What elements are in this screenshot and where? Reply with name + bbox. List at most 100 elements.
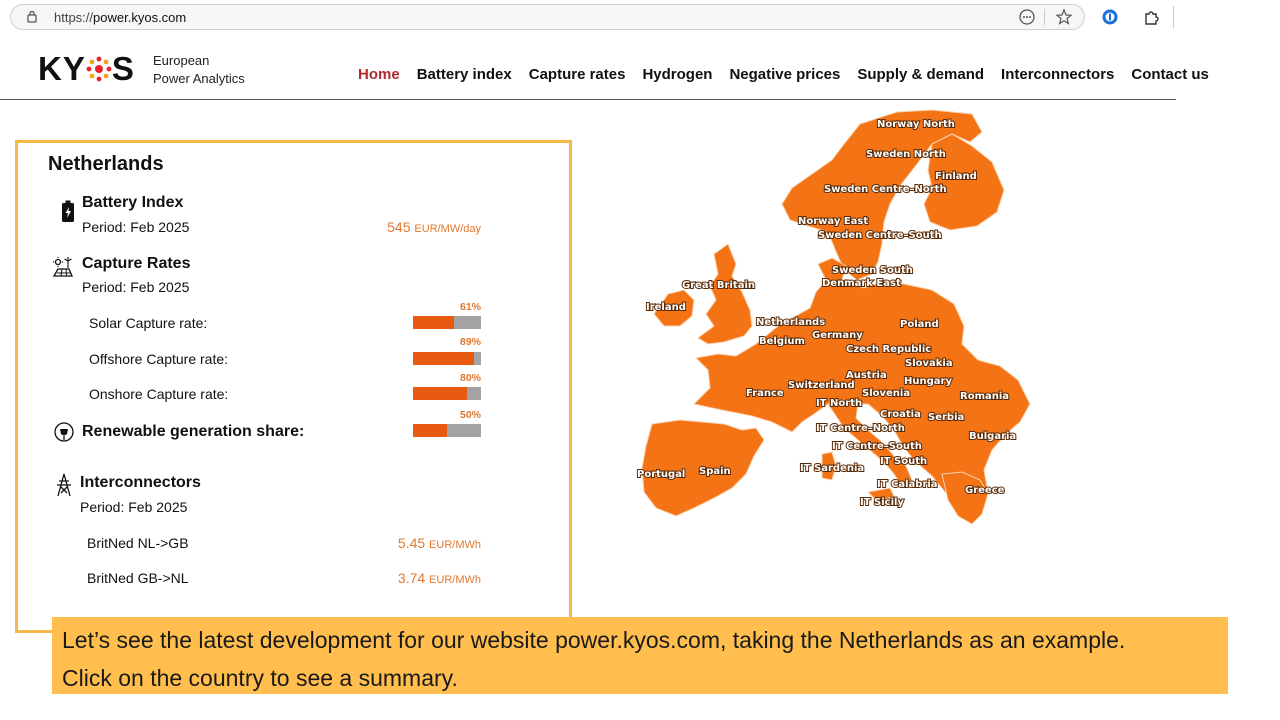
password-manager-icon[interactable] xyxy=(1101,8,1119,26)
battery-index-value: 545 EUR/MW/day xyxy=(348,219,481,235)
region-great-britain[interactable] xyxy=(697,243,753,345)
map-label-it-south[interactable]: IT South xyxy=(879,455,928,468)
map-label-greece[interactable]: Greece xyxy=(964,484,1006,497)
offshore-capture-bar xyxy=(413,352,481,365)
britned-gb-nl-number: 3.74 xyxy=(397,570,426,586)
map-label-slovenia[interactable]: Slovenia xyxy=(861,387,911,400)
map-label-sweden-centre-north[interactable]: Sweden Centre–North xyxy=(823,183,948,196)
onshore-capture-pct: 80% xyxy=(459,372,481,384)
browser-toolbar: https://power.kyos.com xyxy=(0,0,1176,36)
kyos-logo[interactable]: KY S xyxy=(38,50,135,88)
nav-contact-us[interactable]: Contact us xyxy=(1131,66,1209,83)
map-label-slovakia[interactable]: Slovakia xyxy=(904,357,954,370)
power-tower-icon xyxy=(57,473,71,497)
battery-icon xyxy=(62,200,74,222)
caption-box: Let’s see the latest development for our… xyxy=(52,617,1228,694)
map-label-bulgaria[interactable]: Bulgaria xyxy=(968,430,1017,443)
map-label-it-sicily[interactable]: IT Sicily xyxy=(859,496,905,509)
nav-supply-demand[interactable]: Supply & demand xyxy=(857,66,984,83)
map-label-it-calabria[interactable]: IT Calabria xyxy=(876,478,939,491)
map-label-great-britain[interactable]: Great Britain xyxy=(681,279,756,292)
map-label-belgium[interactable]: Belgium xyxy=(758,335,806,348)
map-label-switzerland[interactable]: Switzerland xyxy=(787,379,856,392)
britned-nl-gb-number: 5.45 xyxy=(397,535,426,551)
nav-home[interactable]: Home xyxy=(358,66,400,83)
britned-gb-nl-value: 3.74 EUR/MWh xyxy=(348,570,481,586)
offshore-capture-bar-fill xyxy=(413,352,474,365)
map-label-sweden-centre-south[interactable]: Sweden Centre–South xyxy=(817,229,943,242)
tagline: European Power Analytics xyxy=(153,52,245,88)
reader-mode-icon[interactable] xyxy=(1018,8,1036,26)
map-label-ireland[interactable]: Ireland xyxy=(645,301,687,314)
battery-index-title: Battery Index xyxy=(82,194,184,211)
map-label-finland[interactable]: Finland xyxy=(934,170,978,183)
renewable-share-pct: 50% xyxy=(459,409,481,421)
map-label-norway-north[interactable]: Norway North xyxy=(876,118,956,131)
britned-nl-gb-value: 5.45 EUR/MWh xyxy=(348,535,481,551)
map-label-denmark-east[interactable]: Denmark East xyxy=(821,277,902,290)
map-label-hungary[interactable]: Hungary xyxy=(903,375,953,388)
offshore-capture-label: Offshore Capture rate: xyxy=(89,351,229,367)
map-label-it-sardenia[interactable]: IT Sardenia xyxy=(799,462,865,475)
solar-capture-bar xyxy=(413,316,481,329)
site-header: KY S European Power Analytics Home Batte… xyxy=(0,36,1209,100)
map-label-sweden-north[interactable]: Sweden North xyxy=(865,148,947,161)
tagline-line2: Power Analytics xyxy=(153,71,245,86)
country-title: Netherlands xyxy=(48,153,164,175)
solar-capture-bar-fill xyxy=(413,316,455,329)
country-summary-panel: Netherlands Battery Index Period: Feb 20… xyxy=(15,140,572,633)
nav-negative-prices[interactable]: Negative prices xyxy=(729,66,840,83)
star-icon[interactable] xyxy=(1055,8,1073,26)
renewable-icon xyxy=(54,422,74,442)
lock-icon[interactable] xyxy=(27,10,37,23)
toolbar-divider xyxy=(1044,9,1045,25)
onshore-capture-bar xyxy=(413,387,481,400)
map-label-it-centre-north[interactable]: IT Centre–North xyxy=(815,422,906,435)
map-label-romania[interactable]: Romania xyxy=(959,390,1010,403)
capture-rates-title: Capture Rates xyxy=(82,255,191,272)
europe-map[interactable]: Norway North Sweden North Finland Sweden… xyxy=(632,104,1032,534)
nav-battery-index[interactable]: Battery index xyxy=(417,66,512,83)
britned-gb-nl-label: BritNed GB->NL xyxy=(87,570,189,586)
britned-nl-gb-label: BritNed NL->GB xyxy=(87,535,189,551)
offshore-capture-pct: 89% xyxy=(459,336,481,348)
battery-period: Period: Feb 2025 xyxy=(82,219,190,235)
britned-nl-gb-unit: EUR/MWh xyxy=(429,539,481,551)
onshore-capture-bar-fill xyxy=(413,387,468,400)
address-bar[interactable]: https://power.kyos.com xyxy=(10,4,1085,30)
map-label-netherlands[interactable]: Netherlands xyxy=(755,316,826,329)
tagline-line1: European xyxy=(153,53,210,68)
logo-text: KY xyxy=(38,50,86,87)
onshore-capture-label: Onshore Capture rate: xyxy=(89,386,229,402)
map-label-sweden-south[interactable]: Sweden South xyxy=(831,264,914,277)
caption-line1: Let’s see the latest development for our… xyxy=(62,627,1126,653)
window-edge xyxy=(1173,6,1174,28)
caption-line2: Click on the country to see a summary. xyxy=(62,665,458,691)
logo-text-s: S xyxy=(111,50,135,87)
map-label-it-centre-south[interactable]: IT Centre–South xyxy=(831,440,923,453)
solar-wind-icon xyxy=(52,257,73,277)
map-label-czech-republic[interactable]: Czech Republic xyxy=(845,343,932,356)
renewable-share-title: Renewable generation share: xyxy=(82,423,305,440)
url-domain: power.kyos.com xyxy=(93,10,187,25)
url-text[interactable]: https://power.kyos.com xyxy=(54,10,186,25)
map-label-norway-east[interactable]: Norway East xyxy=(797,215,869,228)
map-label-croatia[interactable]: Croatia xyxy=(879,408,922,421)
url-prefix: https:// xyxy=(54,10,94,25)
interconnectors-title: Interconnectors xyxy=(80,474,201,491)
map-label-spain[interactable]: Spain xyxy=(698,465,732,478)
nav-hydrogen[interactable]: Hydrogen xyxy=(642,66,712,83)
extensions-icon[interactable] xyxy=(1142,8,1160,26)
map-label-poland[interactable]: Poland xyxy=(899,318,940,331)
nav-interconnectors[interactable]: Interconnectors xyxy=(1001,66,1114,83)
britned-gb-nl-unit: EUR/MWh xyxy=(429,574,481,586)
renewable-share-bar-fill xyxy=(413,424,447,437)
nav-capture-rates[interactable]: Capture rates xyxy=(529,66,626,83)
interconnectors-period: Period: Feb 2025 xyxy=(80,499,188,515)
map-label-france[interactable]: France xyxy=(745,387,785,400)
map-label-it-north[interactable]: IT North xyxy=(815,397,863,410)
map-label-serbia[interactable]: Serbia xyxy=(927,411,965,424)
map-label-portugal[interactable]: Portugal xyxy=(636,468,686,481)
battery-value-unit: EUR/MW/day xyxy=(414,223,481,235)
map-label-germany[interactable]: Germany xyxy=(811,329,864,342)
